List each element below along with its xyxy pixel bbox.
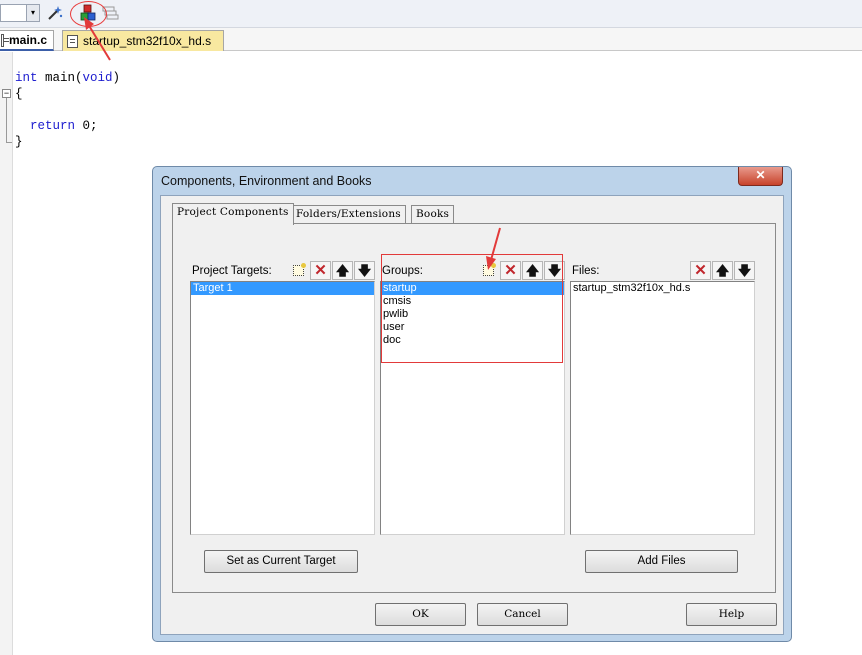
project-targets-panel: Project Targets: ✕ 🡅 🡇 Target 1 — [190, 261, 375, 535]
file-tab-bar: main.c startup_stm32f10x_hd.s — [0, 28, 862, 51]
fold-end — [6, 142, 12, 143]
new-target-button[interactable] — [288, 261, 309, 280]
combo-dropdown-button[interactable]: ▾ — [26, 5, 39, 21]
tab-project-components[interactable]: Project Components — [172, 203, 294, 225]
help-button[interactable]: Help — [686, 603, 777, 626]
project-targets-list[interactable]: Target 1 — [190, 281, 375, 535]
dialog-title: Components, Environment and Books — [161, 174, 372, 188]
tab-label: main.c — [8, 32, 47, 47]
move-target-up-button[interactable]: 🡅 — [332, 261, 353, 280]
annotation-rectangle — [381, 254, 563, 363]
file-icon — [67, 34, 78, 48]
move-file-up-button[interactable]: 🡅 — [712, 261, 733, 280]
code-line: int main(void) — [15, 71, 121, 85]
cancel-button[interactable]: Cancel — [477, 603, 568, 626]
tab-folders-extensions[interactable]: Folders/Extensions — [291, 205, 406, 224]
tab-books[interactable]: Books — [411, 205, 455, 224]
files-label: Files: — [572, 265, 600, 277]
fold-line — [6, 98, 7, 142]
toolbar: ▾ — [0, 0, 862, 28]
arrow-up-icon: 🡅 — [715, 262, 730, 278]
code-line: { — [15, 87, 23, 101]
files-panel: Files: ✕ 🡅 🡇 startup_stm32f10x_hd.s — [570, 261, 755, 535]
arrow-down-icon: 🡇 — [737, 262, 752, 278]
file-icon — [1, 33, 9, 47]
ide-window: ▾ main.c startup_stm32f10x_hd.s − int ma… — [0, 0, 862, 655]
files-toolbar: ✕ 🡅 🡇 — [690, 261, 755, 280]
project-targets-toolbar: ✕ 🡅 🡇 — [288, 261, 375, 280]
magic-wand-icon[interactable] — [45, 3, 65, 23]
tab-main-c[interactable]: main.c — [0, 30, 54, 51]
delete-target-button[interactable]: ✕ — [310, 261, 331, 280]
target-combo[interactable]: ▾ — [0, 4, 40, 22]
new-item-icon — [293, 263, 306, 276]
fold-toggle-icon[interactable]: − — [2, 89, 11, 98]
annotation-arrow-toolbar — [84, 17, 111, 61]
project-targets-header: Project Targets: ✕ 🡅 🡇 — [190, 261, 375, 281]
move-target-down-button[interactable]: 🡇 — [354, 261, 375, 280]
move-file-down-button[interactable]: 🡇 — [734, 261, 755, 280]
code-editor[interactable]: int main(void) { return 0; } — [15, 70, 120, 150]
delete-icon: ✕ — [694, 262, 707, 279]
delete-file-button[interactable]: ✕ — [690, 261, 711, 280]
annotation-arrow-groups — [486, 227, 501, 270]
project-targets-label: Project Targets: — [192, 265, 272, 277]
add-files-button[interactable]: Add Files — [585, 550, 738, 573]
close-button[interactable]: ✕ — [738, 167, 783, 186]
delete-icon: ✕ — [314, 262, 327, 279]
ok-button[interactable]: OK — [375, 603, 466, 626]
set-current-target-button[interactable]: Set as Current Target — [204, 550, 358, 573]
list-item[interactable]: Target 1 — [191, 282, 374, 295]
arrow-up-icon: 🡅 — [335, 262, 350, 278]
files-header: Files: ✕ 🡅 🡇 — [570, 261, 755, 281]
list-item[interactable]: startup_stm32f10x_hd.s — [571, 282, 754, 295]
arrow-down-icon: 🡇 — [357, 262, 372, 278]
files-list[interactable]: startup_stm32f10x_hd.s — [570, 281, 755, 535]
code-line: return 0; — [30, 119, 98, 133]
code-line: } — [15, 135, 23, 149]
